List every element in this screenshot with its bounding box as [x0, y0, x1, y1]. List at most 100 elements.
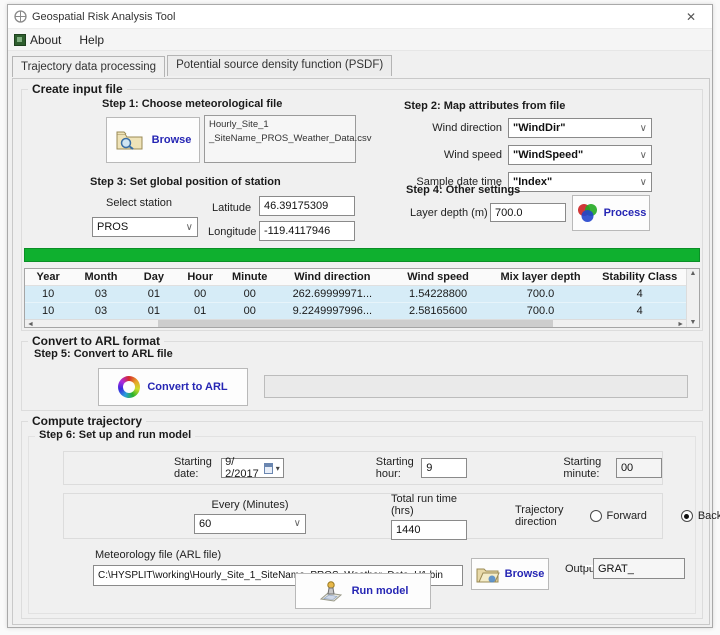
- starting-date-value: 9/ 2/2017: [225, 456, 261, 480]
- weather-data-table: Year Month Day Hour Minute Wind directio…: [24, 268, 700, 328]
- menu-about[interactable]: About: [14, 33, 61, 47]
- cell: 4: [593, 303, 686, 319]
- output-file-prefix-input[interactable]: GRAT_: [593, 558, 685, 579]
- starting-date-picker[interactable]: 9/ 2/2017 ▾: [221, 458, 284, 478]
- col-hour[interactable]: Hour: [177, 269, 223, 285]
- starting-minute-value: 00: [621, 462, 633, 474]
- latitude-label: Latitude: [212, 202, 251, 214]
- wind-direction-select[interactable]: "WindDir" ∨: [508, 118, 652, 138]
- radio-on-icon: [681, 510, 693, 522]
- sample-date-select[interactable]: "Index" ∨: [508, 172, 652, 192]
- convert-color-wheel-icon: [118, 376, 140, 398]
- scroll-down-icon[interactable]: ▼: [690, 319, 697, 326]
- cell: 9.2249997996...: [276, 303, 388, 319]
- cell: 01: [131, 303, 177, 319]
- cell: 01: [177, 303, 223, 319]
- scroll-left-icon[interactable]: ◄: [27, 321, 34, 328]
- every-minutes-select[interactable]: 60 ∨: [194, 514, 306, 534]
- col-minute[interactable]: Minute: [223, 269, 276, 285]
- backward-label: Backward: [698, 510, 720, 522]
- menu-bar: About Help: [8, 29, 712, 51]
- browse-meteo-button[interactable]: Browse: [106, 117, 200, 163]
- backward-radio[interactable]: Backward: [681, 510, 720, 522]
- forward-radio[interactable]: Forward: [590, 510, 647, 522]
- output-prefix-input[interactable]: [585, 565, 593, 567]
- chevron-down-icon: ∨: [640, 150, 647, 161]
- process-button[interactable]: Process: [572, 195, 650, 231]
- process-rgb-icon: [576, 201, 600, 225]
- create-input-title: Create input file: [28, 82, 127, 96]
- app-window: Geospatial Risk Analysis Tool ✕ About He…: [7, 4, 713, 628]
- col-stability-class[interactable]: Stability Class: [593, 269, 686, 285]
- compute-trajectory-title: Compute trajectory: [28, 414, 146, 428]
- every-minutes-label: Every (Minutes): [194, 499, 306, 511]
- tab-trajectory-data-processing[interactable]: Trajectory data processing: [12, 56, 165, 77]
- about-icon: [14, 34, 26, 46]
- convert-to-arl-button[interactable]: Convert to ARL: [98, 368, 248, 406]
- table-row[interactable]: 10 03 01 01 00 9.2249997996... 2.5816560…: [25, 302, 686, 319]
- starting-date-label: Starting date:: [174, 456, 216, 480]
- step2-fields: Wind direction "WindDir" ∨ Wind speed "W…: [402, 118, 652, 192]
- forward-label: Forward: [607, 510, 647, 522]
- select-station-label: Select station: [106, 197, 172, 209]
- cell: 00: [177, 286, 223, 302]
- latitude-input[interactable]: 46.39175309: [259, 196, 355, 216]
- starting-minute-input[interactable]: 00: [616, 458, 662, 478]
- browse-arl-button[interactable]: Browse: [471, 558, 549, 590]
- cell: 03: [71, 303, 130, 319]
- close-button[interactable]: ✕: [676, 6, 706, 28]
- wind-speed-label: Wind speed: [402, 149, 502, 161]
- horizontal-scrollbar[interactable]: ◄ ►: [25, 319, 686, 327]
- longitude-input[interactable]: -119.4117946: [259, 221, 355, 241]
- scrollbar-thumb[interactable]: [158, 320, 552, 327]
- run-model-label: Run model: [352, 585, 409, 597]
- step3-title: Step 3: Set global position of station: [90, 176, 281, 188]
- cell: 03: [71, 286, 130, 302]
- chevron-down-icon: ∨: [640, 177, 647, 188]
- longitude-value: -119.4117946: [264, 225, 330, 237]
- starting-hour-input[interactable]: 9: [421, 458, 467, 478]
- station-value: PROS: [97, 221, 128, 233]
- col-year[interactable]: Year: [25, 269, 71, 285]
- menu-help[interactable]: Help: [79, 33, 104, 47]
- cell: 10: [25, 303, 71, 319]
- col-wind-speed[interactable]: Wind speed: [389, 269, 488, 285]
- total-run-time-input[interactable]: 1440: [391, 520, 467, 540]
- col-wind-direction[interactable]: Wind direction: [276, 269, 388, 285]
- run-model-button[interactable]: Run model: [295, 573, 431, 609]
- table-row[interactable]: 10 03 01 00 00 262.69999971... 1.5422880…: [25, 286, 686, 302]
- col-mix-layer-depth[interactable]: Mix layer depth: [488, 269, 594, 285]
- wind-speed-select[interactable]: "WindSpeed" ∨: [508, 145, 652, 165]
- radio-off-icon: [590, 510, 602, 522]
- col-month[interactable]: Month: [71, 269, 130, 285]
- compute-trajectory-group: Compute trajectory Step 6: Set up and ru…: [21, 421, 703, 619]
- vertical-scrollbar[interactable]: ▲ ▼: [686, 269, 699, 327]
- station-select[interactable]: PROS ∨: [92, 217, 198, 237]
- cell: 700.0: [488, 286, 594, 302]
- layer-depth-label: Layer depth (m): [410, 207, 488, 219]
- starting-hour-label: Starting hour:: [376, 456, 419, 480]
- step2-title: Step 2: Map attributes from file: [404, 100, 565, 112]
- process-progress-bar: [24, 248, 700, 262]
- every-minutes-value: 60: [199, 518, 211, 530]
- scroll-up-icon[interactable]: ▲: [690, 270, 697, 277]
- table-header-row: Year Month Day Hour Minute Wind directio…: [25, 269, 686, 286]
- convert-arl-group: Convert to ARL format Step 5: Convert to…: [21, 341, 703, 411]
- browse-arl-label: Browse: [505, 568, 545, 580]
- scroll-right-icon[interactable]: ►: [677, 321, 684, 328]
- meteo-file-line1: Hourly_Site_1: [209, 118, 351, 132]
- dropdown-arrow-icon: ▾: [276, 464, 280, 473]
- col-day[interactable]: Day: [131, 269, 177, 285]
- longitude-label: Longitude: [208, 226, 256, 238]
- start-time-row: Starting date: 9/ 2/2017 ▾ Starting hour…: [63, 451, 663, 485]
- cell: 10: [25, 286, 71, 302]
- tab-psdf[interactable]: Potential source density function (PSDF): [167, 55, 392, 76]
- layer-depth-input[interactable]: 700.0: [490, 203, 566, 222]
- output-prefix-value: GRAT_: [598, 563, 634, 575]
- total-run-time-value: 1440: [396, 524, 420, 536]
- cell: 1.54228800: [389, 286, 488, 302]
- cell: 00: [223, 303, 276, 319]
- cell: 262.69999971...: [276, 286, 388, 302]
- tab-strip: Trajectory data processing Potential sou…: [8, 51, 712, 76]
- wind-direction-label: Wind direction: [402, 122, 502, 134]
